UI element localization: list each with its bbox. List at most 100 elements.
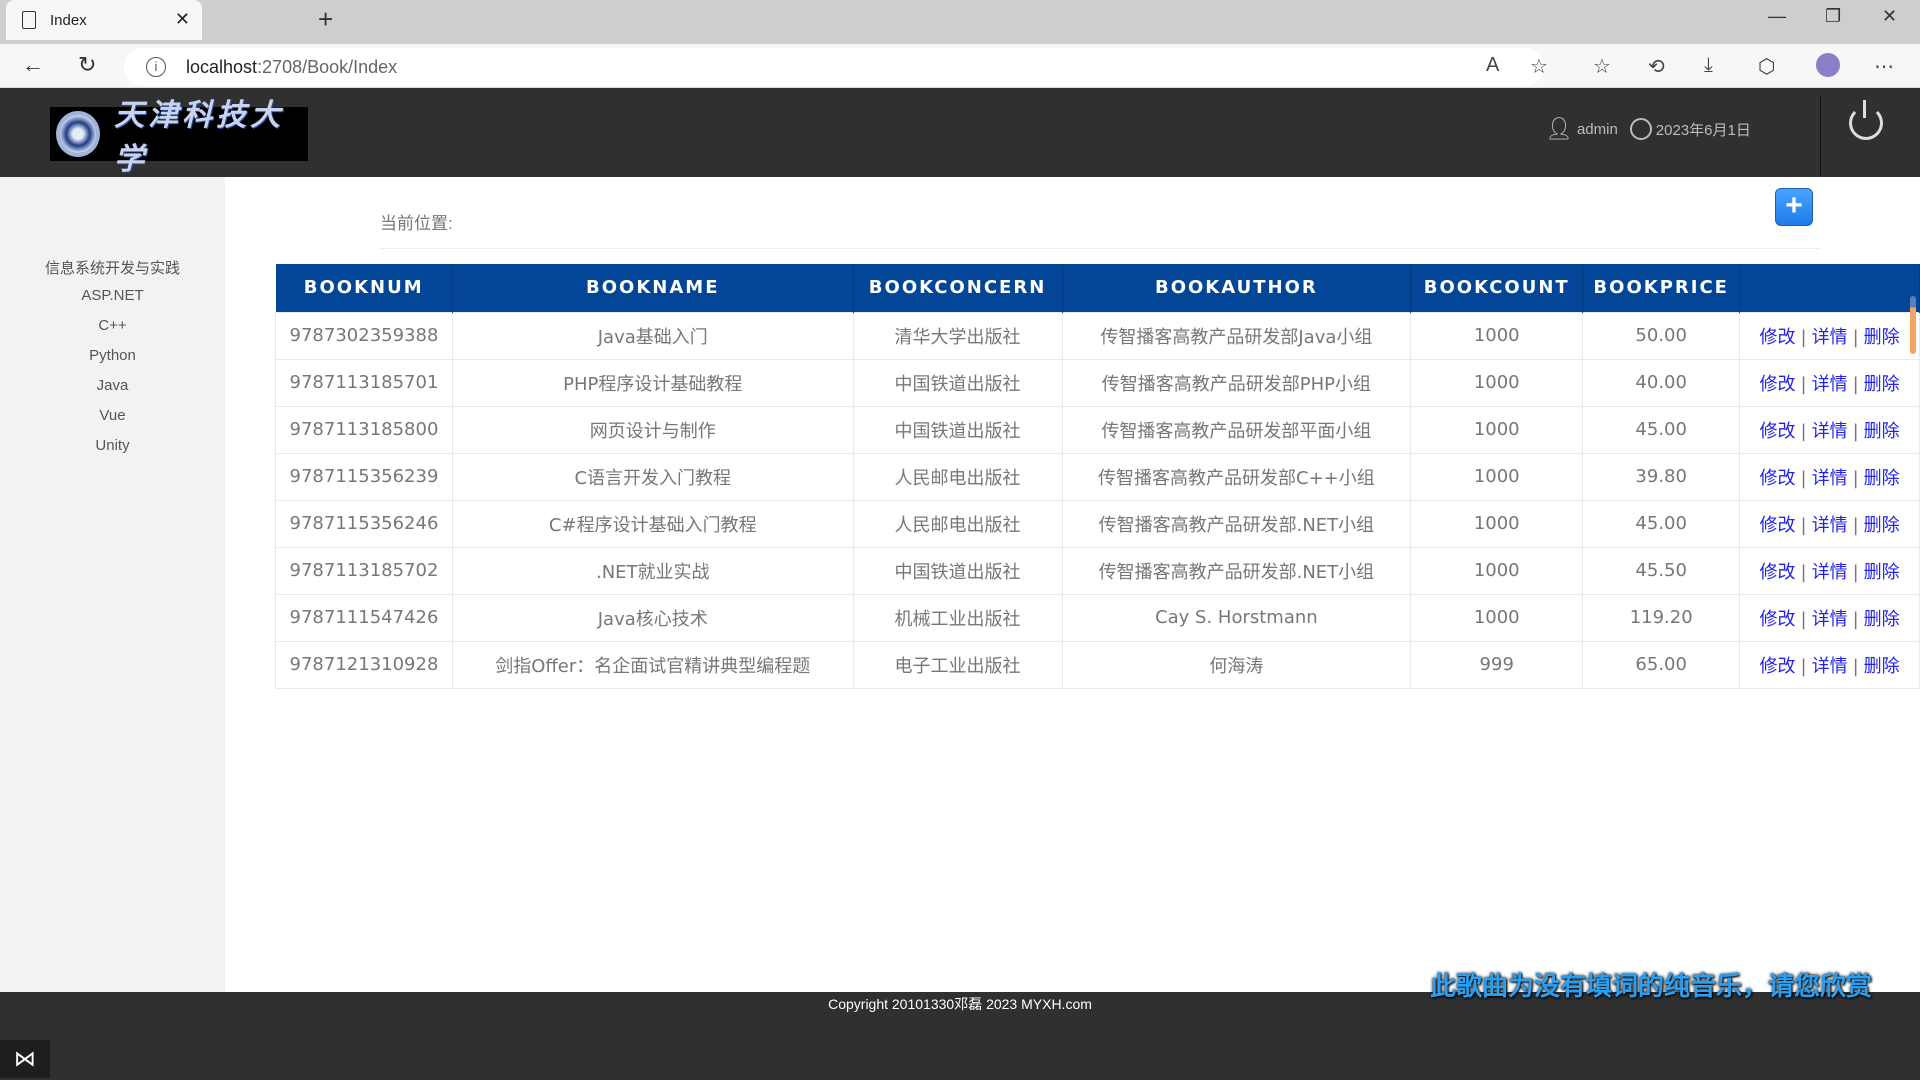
visual-studio-icon[interactable]: ⋈: [0, 1040, 50, 1078]
tab-title: Index: [50, 11, 87, 29]
sidebar-item-unity[interactable]: Unity: [0, 437, 225, 454]
table-row: 9787113185701 PHP程序设计基础教程 中国铁道出版社 传智播客高教产品研…: [275, 358, 1920, 407]
separator: |: [1800, 420, 1807, 442]
separator: |: [1800, 561, 1807, 583]
url-input[interactable]: i localhost:2708/Book/Index: [124, 48, 1544, 86]
sidebar-item-python[interactable]: Python: [0, 347, 225, 364]
close-window-icon[interactable]: ✕: [1882, 6, 1897, 27]
sidebar-item-info-system[interactable]: 信息系统开发与实践: [0, 257, 225, 278]
delete-link[interactable]: 删除: [1864, 468, 1900, 489]
detail-link[interactable]: 详情: [1812, 421, 1848, 442]
divider: [380, 248, 1820, 249]
actions-cell: 修改 | 详情 | 删除: [1739, 640, 1920, 689]
sidebar-item-aspnet[interactable]: ASP.NET: [0, 287, 225, 304]
address-bar-row: ← ↻ i localhost:2708/Book/Index A ☆ ☆ ⟲ …: [0, 44, 1920, 88]
username: admin: [1576, 120, 1618, 138]
new-tab-icon[interactable]: +: [318, 4, 333, 35]
column-header: BOOKNUM: [275, 264, 453, 312]
table-cell: 电子工业出版社: [852, 640, 1063, 689]
table-cell: 9787115356239: [275, 452, 453, 501]
edit-link[interactable]: 修改: [1760, 515, 1796, 536]
actions-cell: 修改 | 详情 | 删除: [1739, 593, 1920, 642]
edit-link[interactable]: 修改: [1760, 656, 1796, 677]
column-header: BOOKPRICE: [1582, 264, 1741, 312]
edit-link[interactable]: 修改: [1760, 468, 1796, 489]
site-header: 天津科技大学 👤︎ admin 2023年6月1日: [0, 88, 1920, 177]
table-cell: 何海涛: [1061, 640, 1412, 689]
actions-cell: 修改 | 详情 | 删除: [1739, 499, 1920, 548]
minimize-icon[interactable]: —: [1768, 6, 1786, 27]
favorites-icon[interactable]: ☆: [1593, 54, 1611, 79]
extensions-icon[interactable]: ⬡: [1758, 54, 1775, 79]
column-header: BOOKCOUNT: [1410, 264, 1584, 312]
delete-link[interactable]: 删除: [1864, 515, 1900, 536]
info-icon[interactable]: i: [146, 57, 166, 77]
table-cell: 1000: [1410, 499, 1584, 548]
edit-link[interactable]: 修改: [1760, 374, 1796, 395]
detail-link[interactable]: 详情: [1812, 515, 1848, 536]
separator: |: [1852, 420, 1859, 442]
history-icon[interactable]: ⟲: [1648, 54, 1665, 79]
table-cell: PHP程序设计基础教程: [451, 358, 854, 407]
table-cell: 1000: [1410, 405, 1584, 454]
separator: |: [1852, 373, 1859, 395]
detail-link[interactable]: 详情: [1812, 609, 1848, 630]
delete-link[interactable]: 删除: [1864, 374, 1900, 395]
actions-cell: 修改 | 详情 | 删除: [1739, 452, 1920, 501]
edit-link[interactable]: 修改: [1760, 421, 1796, 442]
page-icon: [22, 11, 36, 29]
delete-link[interactable]: 删除: [1864, 562, 1900, 583]
actions-cell: 修改 | 详情 | 删除: [1739, 358, 1920, 407]
university-logo: 天津科技大学: [50, 98, 308, 177]
detail-link[interactable]: 详情: [1812, 468, 1848, 489]
actions-cell: 修改 | 详情 | 删除: [1739, 311, 1920, 360]
edit-link[interactable]: 修改: [1760, 562, 1796, 583]
detail-link[interactable]: 详情: [1812, 327, 1848, 348]
add-book-button[interactable]: +: [1775, 188, 1813, 226]
table-cell: 1000: [1410, 452, 1584, 501]
add-favorite-icon[interactable]: ☆: [1530, 54, 1548, 79]
table-cell: 传智播客高教产品研发部C++小组: [1061, 452, 1412, 501]
column-header: [1739, 264, 1920, 312]
breadcrumb: 当前位置:: [380, 214, 453, 233]
delete-link[interactable]: 删除: [1864, 656, 1900, 677]
table-row: 9787113185702 .NET就业实战 中国铁道出版社 传智播客高教产品研发部.…: [275, 546, 1920, 595]
edit-link[interactable]: 修改: [1760, 609, 1796, 630]
table-cell: 网页设计与制作: [451, 405, 854, 454]
seal-icon: [56, 111, 101, 157]
browser-tab[interactable]: Index ✕: [6, 0, 202, 40]
table-cell: 1000: [1410, 311, 1584, 360]
power-icon[interactable]: [1849, 100, 1883, 140]
table-cell: 119.20: [1582, 593, 1741, 642]
restore-icon[interactable]: ❐: [1825, 6, 1841, 27]
back-icon[interactable]: ←: [22, 52, 44, 78]
table-cell: 999: [1410, 640, 1584, 689]
read-aloud-icon[interactable]: A: [1486, 54, 1499, 77]
detail-link[interactable]: 详情: [1812, 374, 1848, 395]
edit-link[interactable]: 修改: [1760, 327, 1796, 348]
detail-link[interactable]: 详情: [1812, 562, 1848, 583]
column-header: BOOKAUTHOR: [1062, 264, 1412, 312]
detail-link[interactable]: 详情: [1812, 656, 1848, 677]
delete-link[interactable]: 删除: [1864, 421, 1900, 442]
books-table: BOOKNUM BOOKNAME BOOKCONCERN BOOKAUTHOR BOOK…: [275, 264, 1920, 689]
table-header-row: BOOKNUM BOOKNAME BOOKCONCERN BOOKAUTHOR BOOK…: [275, 264, 1920, 312]
sidebar-item-vue[interactable]: Vue: [0, 407, 225, 424]
profile-avatar[interactable]: [1816, 53, 1840, 77]
refresh-icon[interactable]: ↻: [78, 52, 96, 78]
sidebar-item-cpp[interactable]: C++: [0, 317, 225, 334]
more-icon[interactable]: ⋯: [1874, 54, 1894, 79]
delete-link[interactable]: 删除: [1864, 609, 1900, 630]
separator: |: [1800, 655, 1807, 677]
scrollbar[interactable]: [1910, 296, 1916, 354]
table-cell: 40.00: [1582, 358, 1741, 407]
sidebar-item-java[interactable]: Java: [0, 377, 225, 394]
table-row: 9787113185800 网页设计与制作 中国铁道出版社 传智播客高教产品研发部平面…: [275, 405, 1920, 454]
delete-link[interactable]: 删除: [1864, 327, 1900, 348]
table-cell: 中国铁道出版社: [852, 546, 1063, 595]
separator: |: [1800, 467, 1807, 489]
close-tab-icon[interactable]: ✕: [175, 9, 190, 30]
download-icon[interactable]: ⤓: [1704, 54, 1713, 77]
table-cell: 9787113185701: [275, 358, 453, 407]
table-row: 9787302359388 Java基础入门 清华大学出版社 传智播客高教产品研发部J…: [275, 311, 1920, 360]
